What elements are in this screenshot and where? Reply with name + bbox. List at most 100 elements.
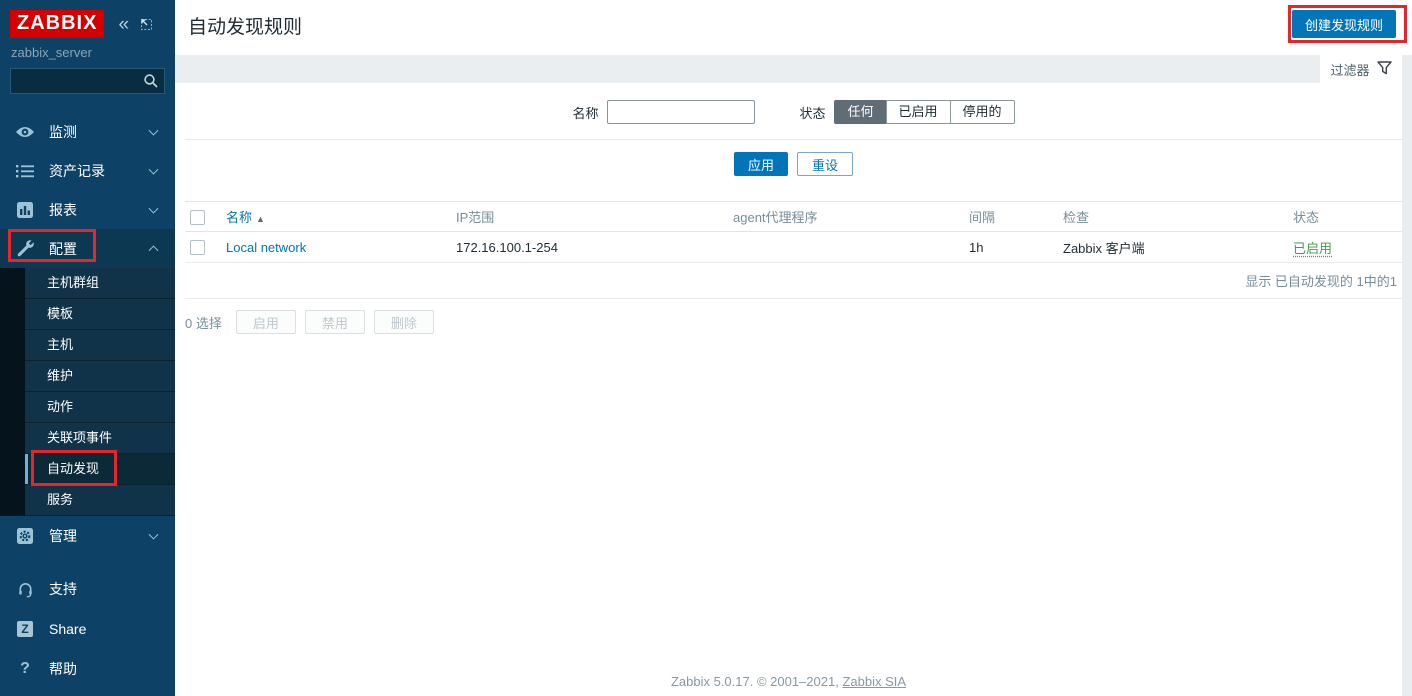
sidebar-item-reports[interactable]: 报表 bbox=[0, 190, 175, 229]
gear-icon bbox=[14, 527, 36, 544]
sidebar-item-label: 管理 bbox=[49, 527, 77, 544]
submenu-item-event-correlation[interactable]: 关联项事件 bbox=[25, 423, 175, 454]
scrollbar-gutter bbox=[1402, 55, 1412, 696]
submenu-label: 动作 bbox=[47, 399, 74, 414]
submenu-item-services[interactable]: 服务 bbox=[25, 485, 175, 516]
sidebar-item-label: 配置 bbox=[49, 240, 77, 257]
rule-proxy bbox=[728, 232, 964, 263]
question-icon: ? bbox=[20, 660, 30, 677]
submenu-label: 服务 bbox=[47, 492, 74, 507]
submenu-label: 主机群组 bbox=[47, 275, 100, 290]
search-input[interactable] bbox=[10, 68, 165, 94]
main-content: 自动发现规则 创建发现规则 过滤器 名称 状态 任何 已启用 停用的 应用 重设… bbox=[175, 0, 1412, 696]
column-header-interval: 间隔 bbox=[969, 210, 996, 225]
sidebar-item-monitoring[interactable]: 监测 bbox=[0, 112, 175, 151]
sidebar-nav: 监测 资产记录 报表 配置 主机群组 模板 主机 维护 动作 关联项事件 自动发… bbox=[0, 112, 175, 689]
column-header-ip-range: IP范围 bbox=[456, 210, 495, 225]
submenu-item-host-groups[interactable]: 主机群组 bbox=[25, 268, 175, 299]
filter-strip: 过滤器 bbox=[175, 55, 1402, 83]
column-header-status: 状态 bbox=[1293, 210, 1320, 225]
submenu-item-templates[interactable]: 模板 bbox=[25, 299, 175, 330]
status-option-enabled[interactable]: 已启用 bbox=[885, 100, 951, 124]
page-title: 自动发现规则 bbox=[188, 17, 303, 38]
sidebar-item-label: 监测 bbox=[49, 123, 77, 140]
submenu-item-maintenance[interactable]: 维护 bbox=[25, 361, 175, 392]
selection-bar: 0 选择 启用 禁用 删除 bbox=[185, 310, 1402, 334]
sidebar-item-share[interactable]: Z Share bbox=[0, 609, 175, 649]
disable-button[interactable]: 禁用 bbox=[304, 310, 365, 334]
page-header: 自动发现规则 创建发现规则 bbox=[175, 0, 1412, 55]
column-header-label: 名称 bbox=[226, 210, 253, 225]
submenu-item-actions[interactable]: 动作 bbox=[25, 392, 175, 423]
row-checkbox[interactable] bbox=[190, 240, 205, 256]
server-name: zabbix_server bbox=[11, 45, 92, 60]
sidebar-bottom-group: 支持 Z Share ? 帮助 bbox=[0, 569, 175, 689]
sidebar: ZABBIX « zabbix_server 监测 资产记录 报表 配置 主机群… bbox=[0, 0, 175, 696]
name-filter-label: 名称 bbox=[572, 105, 599, 121]
delete-button[interactable]: 删除 bbox=[373, 310, 434, 334]
sidebar-item-inventory[interactable]: 资产记录 bbox=[0, 151, 175, 190]
rule-interval: 1h bbox=[969, 239, 984, 255]
filter-panel: 名称 状态 任何 已启用 停用的 应用 重设 bbox=[175, 83, 1412, 192]
sidebar-item-configuration[interactable]: 配置 bbox=[0, 229, 175, 268]
zabbix-sia-link[interactable]: Zabbix SIA bbox=[842, 674, 906, 689]
create-discovery-rule-button[interactable]: 创建发现规则 bbox=[1291, 10, 1396, 38]
apply-button[interactable]: 应用 bbox=[733, 152, 788, 176]
configuration-submenu: 主机群组 模板 主机 维护 动作 关联项事件 自动发现 服务 bbox=[0, 268, 175, 516]
chevron-up-icon bbox=[148, 244, 159, 255]
sidebar-item-label: 报表 bbox=[49, 201, 77, 218]
filter-funnel-icon bbox=[1376, 60, 1392, 78]
headset-icon bbox=[14, 581, 36, 598]
chevron-down-icon bbox=[148, 125, 159, 136]
table-header-row: 名称 ▲ IP范围 agent代理程序 间隔 检查 状态 bbox=[185, 201, 1402, 232]
status-option-any[interactable]: 任何 bbox=[834, 100, 887, 124]
zabbix-logo[interactable]: ZABBIX bbox=[10, 10, 105, 38]
rule-status-link[interactable]: 已启用 bbox=[1293, 241, 1332, 256]
column-header-checks: 检查 bbox=[1063, 210, 1090, 225]
eye-icon bbox=[14, 125, 36, 139]
submenu-item-hosts[interactable]: 主机 bbox=[25, 330, 175, 361]
name-filter-input[interactable] bbox=[607, 100, 756, 124]
submenu-label: 维护 bbox=[47, 368, 74, 383]
sidebar-search bbox=[10, 68, 165, 94]
list-icon bbox=[14, 164, 36, 178]
column-header-proxy: agent代理程序 bbox=[733, 210, 818, 225]
enable-button[interactable]: 启用 bbox=[235, 310, 296, 334]
column-header-name[interactable]: 名称 ▲ bbox=[221, 202, 451, 232]
status-segmented-control: 任何 已启用 停用的 bbox=[834, 100, 1015, 124]
status-option-disabled[interactable]: 停用的 bbox=[949, 100, 1015, 124]
wrench-icon bbox=[14, 239, 36, 258]
submenu-label: 模板 bbox=[47, 306, 74, 321]
rule-name-link[interactable]: Local network bbox=[226, 240, 306, 255]
rule-ip-range: 172.16.100.1-254 bbox=[456, 239, 558, 255]
bar-chart-icon bbox=[14, 201, 36, 218]
select-all-checkbox[interactable] bbox=[190, 209, 205, 225]
sidebar-item-administration[interactable]: 管理 bbox=[0, 516, 175, 555]
submenu-label: 关联项事件 bbox=[47, 430, 113, 445]
sidebar-item-label: 支持 bbox=[49, 581, 77, 597]
footer: Zabbix 5.0.17. © 2001–2021, Zabbix SIA bbox=[175, 674, 1402, 689]
status-filter-group: 状态 任何 已启用 停用的 bbox=[799, 100, 1015, 124]
chevron-down-icon bbox=[148, 203, 159, 214]
sidebar-item-label: Share bbox=[49, 621, 87, 637]
logo-row: ZABBIX « bbox=[0, 0, 175, 38]
search-icon[interactable] bbox=[143, 73, 159, 92]
sort-ascending-icon: ▲ bbox=[256, 214, 265, 224]
rule-checks: Zabbix 客户端 bbox=[1063, 240, 1145, 256]
chevron-down-icon bbox=[148, 164, 159, 175]
collapse-sidebar-icon[interactable]: « bbox=[118, 15, 129, 34]
filter-tab-label: 过滤器 bbox=[1330, 62, 1370, 78]
submenu-item-discovery[interactable]: 自动发现 bbox=[25, 454, 175, 485]
table-display-info: 显示 已自动发现的 1中的1 bbox=[185, 263, 1402, 299]
chevron-down-icon bbox=[148, 529, 159, 540]
table-row: Local network 172.16.100.1-254 1h Zabbix… bbox=[185, 232, 1402, 263]
submenu-label: 自动发现 bbox=[47, 461, 100, 476]
sidebar-item-support[interactable]: 支持 bbox=[0, 569, 175, 609]
reset-button[interactable]: 重设 bbox=[797, 152, 854, 176]
submenu-label: 主机 bbox=[47, 337, 74, 352]
sidebar-item-help[interactable]: ? 帮助 bbox=[0, 649, 175, 689]
footer-version-text: Zabbix 5.0.17. © 2001–2021, bbox=[670, 674, 843, 689]
filter-tab[interactable]: 过滤器 bbox=[1320, 55, 1402, 83]
hide-sidebar-icon[interactable] bbox=[139, 17, 153, 31]
status-filter-label: 状态 bbox=[799, 105, 826, 121]
